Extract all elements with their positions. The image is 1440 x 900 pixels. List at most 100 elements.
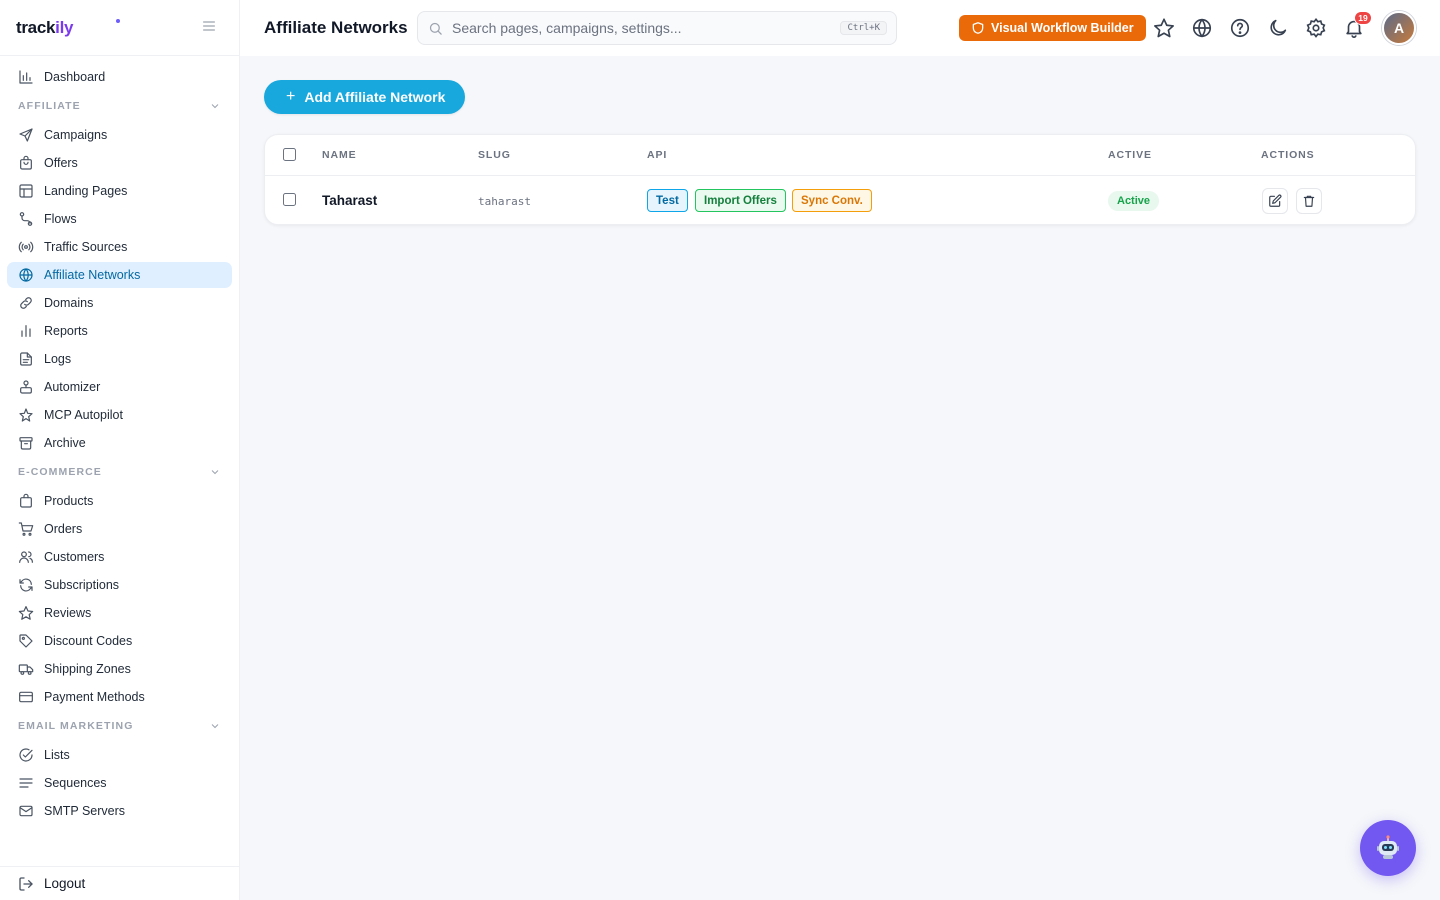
logo-text: track [16,17,56,37]
sidebar-item-label: Payment Methods [44,690,145,704]
sparkle-icon [19,408,33,422]
api-test-button[interactable]: Test [647,189,688,212]
edit-button[interactable] [1262,188,1288,214]
delete-button[interactable] [1296,188,1322,214]
sidebar-item-label: Domains [44,296,94,310]
sidebar-item-label: SMTP Servers [44,804,126,818]
star-icon[interactable] [1153,17,1175,39]
column-header-actions: ACTIONS [1261,149,1315,161]
sidebar-section-e-commerce[interactable]: E-COMMERCE [7,458,232,486]
network-slug: taharast [478,195,531,208]
sidebar-nav: Dashboard AFFILIATE Campaigns Offers Landing… [0,62,239,866]
logout-label: Logout [44,876,86,891]
menu-icon[interactable] [201,18,217,34]
sidebar-item-orders[interactable]: Orders [7,516,232,542]
sidebar-item-automizer[interactable]: Automizer [7,374,232,400]
trash-icon [1303,195,1315,207]
moon-icon[interactable] [1267,17,1289,39]
sidebar-item-sequences[interactable]: Sequences [7,770,232,796]
sidebar: trackily Dashboard AFFILIATE Campaigns Offe… [0,0,240,900]
visual-workflow-builder-label: Visual Workflow Builder [991,21,1134,35]
sidebar-item-reviews[interactable]: Reviews [7,600,232,626]
sidebar-item-label: Reviews [44,606,92,620]
chevron-down-icon [211,724,219,729]
sidebar-item-shipping-zones[interactable]: Shipping Zones [7,656,232,682]
sidebar-item-label: Logs [44,352,72,366]
add-affiliate-network-button[interactable]: + Add Affiliate Network [264,80,466,114]
sidebar-item-flows[interactable]: Flows [7,206,232,232]
logo[interactable]: trackily [16,18,73,38]
sidebar-section-email-marketing[interactable]: EMAIL MARKETING [7,712,232,740]
avatar[interactable]: A [1382,11,1416,45]
api-import-offers-button[interactable]: Import Offers [695,189,786,212]
search-input[interactable] [452,20,822,36]
column-header-active[interactable]: ACTIVE [1108,149,1152,161]
sidebar-item-discount-codes[interactable]: Discount Codes [7,628,232,654]
bar-chart-icon [21,325,31,337]
sidebar-item-reports[interactable]: Reports [7,318,232,344]
sidebar-item-label: Dashboard [44,70,106,84]
mail-icon [19,805,33,817]
sidebar-item-logs[interactable]: Logs [7,346,232,372]
sidebar-item-label: Lists [44,748,70,762]
archive-icon [19,437,33,450]
table-header: NAME SLUG API ACTIVE ACTIONS [265,135,1415,176]
column-header-slug[interactable]: SLUG [478,149,511,161]
cart-icon [18,522,34,536]
send-icon [19,128,33,142]
sidebar-item-subscriptions[interactable]: Subscriptions [7,572,232,598]
column-header-name[interactable]: NAME [322,149,357,161]
sidebar-section-title: AFFILIATE [18,100,81,112]
select-all-checkbox[interactable] [283,148,296,161]
sidebar-item-dashboard[interactable]: Dashboard [7,64,232,90]
visual-workflow-builder-button[interactable]: Visual Workflow Builder [959,15,1146,41]
box-icon [20,493,32,508]
sidebar-item-label: MCP Autopilot [44,408,123,422]
sidebar-item-traffic-sources[interactable]: Traffic Sources [7,234,232,260]
card-icon [19,691,33,703]
brand: trackily [0,0,239,56]
api-sync-conversions-button[interactable]: Sync Conv. [792,189,872,212]
sidebar-item-campaigns[interactable]: Campaigns [7,122,232,148]
sidebar-item-label: Customers [44,550,105,564]
sidebar-item-customers[interactable]: Customers [7,544,232,570]
logout-button[interactable]: Logout [0,866,239,900]
tag-icon [19,634,33,648]
status-badge: Active [1108,191,1160,211]
brand-dot [116,19,120,23]
sidebar-section-affiliate[interactable]: AFFILIATE [7,92,232,120]
sidebar-item-label: Offers [44,156,78,170]
sidebar-item-domains[interactable]: Domains [7,290,232,316]
search-icon [429,22,442,35]
sidebar-item-affiliate-networks[interactable]: Affiliate Networks [7,262,232,288]
file-icon [20,352,32,366]
network-name[interactable]: Taharast [322,193,377,208]
sidebar-item-lists[interactable]: Lists [7,742,232,768]
search-shortcut: Ctrl+K [840,21,887,35]
layout-icon [19,184,33,198]
sidebar-item-offers[interactable]: Offers [7,150,232,176]
sidebar-item-payment-methods[interactable]: Payment Methods [7,684,232,710]
affiliate-networks-table: NAME SLUG API ACTIVE ACTIONS Taharast ta… [264,134,1416,225]
sidebar-item-landing-pages[interactable]: Landing Pages [7,178,232,204]
sidebar-item-label: Discount Codes [44,634,133,648]
chevron-down-icon [211,470,219,475]
ai-assistant-button[interactable] [1360,820,1416,876]
settings-icon[interactable] [1305,17,1327,39]
sidebar-item-products[interactable]: Products [7,488,232,514]
sidebar-item-label: Traffic Sources [44,240,128,254]
sidebar-item-label: Sequences [44,776,107,790]
sidebar-item-mcp-autopilot[interactable]: MCP Autopilot [7,402,232,428]
sidebar-item-archive[interactable]: Archive [7,430,232,456]
search-bar[interactable]: Ctrl+K [417,11,897,45]
sidebar-item-smtp-servers[interactable]: SMTP Servers [7,798,232,824]
row-checkbox[interactable] [283,193,296,206]
help-icon[interactable] [1229,17,1251,39]
plus-icon: + [286,88,296,105]
sidebar-section-title: E-COMMERCE [18,466,102,478]
bag-icon [20,155,32,170]
robot-icon [20,380,32,394]
table-row: Taharast taharast Test Import Offers Syn… [265,176,1415,226]
link-icon [20,297,32,309]
globe-icon[interactable] [1191,17,1213,39]
